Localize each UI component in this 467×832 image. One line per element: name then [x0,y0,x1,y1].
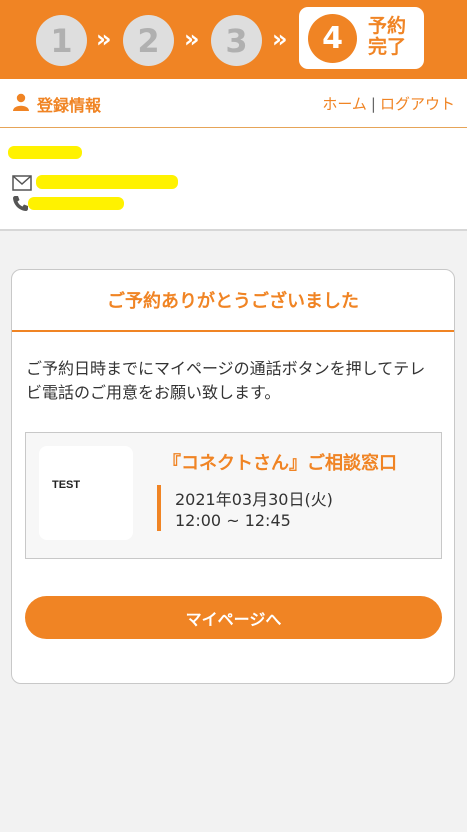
confirmation-message: ご予約日時までにマイページの通話ボタンを押してテレビ電話のご用意をお願い致します… [26,359,426,402]
phone-icon [12,195,29,212]
nav-separator: | [370,95,376,113]
registration-info-label: 登録情報 [37,96,102,115]
confirmation-title: ご予約ありがとうございました [12,270,454,332]
step-4-number: 4 [308,14,357,63]
account-bar: 登録情報 ホーム | ログアウト [0,79,467,128]
step-separator: » [272,25,288,53]
redaction-mark [36,175,178,189]
step-4-active: 4 予約完了 [299,7,424,69]
home-link[interactable]: ホーム [322,95,367,113]
step-2: 2 [123,15,174,66]
step-3: 3 [211,15,262,66]
step-separator: » [96,25,112,53]
step-indicator: 1 » 2 » 3 » 4 予約完了 [0,0,467,79]
step-separator: » [184,25,200,53]
user-details [0,128,467,231]
mail-icon [12,175,32,191]
step-4-label: 予約完了 [367,15,406,58]
mypage-button[interactable]: マイページへ [25,596,442,639]
step-1: 1 [36,15,87,66]
redaction-mark [8,146,82,159]
appointment-date: 2021年03月30日(火) [175,490,333,509]
redaction-mark [28,197,124,210]
header-nav: ホーム | ログアウト [322,93,455,114]
confirmation-card: ご予約ありがとうございました ご予約日時までにマイページの通話ボタンを押してテレ… [11,269,455,684]
user-icon [12,93,30,111]
thumbnail-label: TEST [52,479,81,491]
appointment-summary: TEST 『コネクトさん』ご相談窓口 2021年03月30日(火) 12:00 … [25,432,442,559]
consultant-thumbnail: TEST [39,446,133,540]
appointment-time: 12:00 ~ 12:45 [175,511,291,530]
logout-link[interactable]: ログアウト [380,95,455,113]
appointment-title: 『コネクトさん』ご相談窓口 [163,453,397,474]
appointment-accent-bar [157,485,161,531]
